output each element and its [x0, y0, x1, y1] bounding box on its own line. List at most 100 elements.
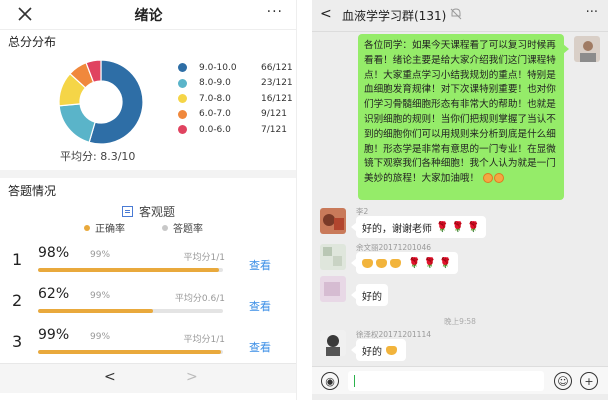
question-average: 平均分1/1 [183, 335, 226, 345]
legend-range: 6.0-7.0 [199, 109, 231, 120]
section-divider [0, 170, 296, 178]
question-average: 平均分0.6/1 [174, 294, 225, 304]
average-score: 平均分: 8.3/10 [60, 150, 136, 163]
message-bubble[interactable]: 🌹 🌹 🌹 [351, 252, 458, 274]
more-menu-icon[interactable]: ··· [267, 4, 283, 20]
answers-section-title: 答题情况 [8, 184, 57, 198]
emoji-icon [494, 173, 505, 184]
legend-item: 6.0-7.0 9/121 [178, 107, 293, 123]
add-attachment-icon[interactable]: + [580, 372, 598, 390]
message-bubble[interactable]: 好的 [351, 284, 388, 306]
emoji-icon [483, 173, 494, 184]
legend-item: 9.0-10.0 66/121 [178, 60, 293, 76]
question-average: 平均分1/1 [183, 253, 226, 263]
question-row: 3 99% 99% 平均分1/1 查看 [0, 324, 296, 364]
correct-rate-fill [38, 309, 153, 313]
message-bubble[interactable]: 好的 [351, 339, 406, 361]
clap-emoji-icon [376, 258, 387, 268]
question-row: 1 98% 99% 平均分1/1 查看 [0, 242, 296, 282]
view-button[interactable]: 查看 [249, 257, 271, 273]
legend-range: 9.0-10.0 [199, 62, 237, 73]
view-button[interactable]: 查看 [249, 298, 271, 314]
legend-range: 8.0-9.0 [199, 78, 231, 89]
message-text: 好的 [362, 291, 382, 303]
legend-item: 8.0-9.0 23/121 [178, 76, 293, 92]
clap-emoji-icon [386, 345, 397, 355]
correct-rate-bar [38, 268, 223, 272]
back-button[interactable]: < [320, 6, 332, 22]
answer-rate: 99% [90, 332, 111, 342]
legend-range: 7.0-8.0 [199, 93, 231, 104]
legend-count: 9/121 [261, 109, 287, 120]
quiz-header: 绪论 ··· [0, 0, 296, 30]
next-page-button[interactable]: > [186, 369, 198, 385]
answer-rate: 99% [90, 291, 111, 301]
prev-page-button[interactable]: < [104, 369, 116, 385]
timestamp: 晚上9:58 [444, 317, 476, 326]
clap-emoji-icon [390, 258, 401, 268]
avatar[interactable] [320, 276, 346, 302]
correct-rate-label: 正确率 [95, 224, 125, 235]
legend-dot [178, 78, 187, 88]
legend-count: 16/121 [261, 93, 293, 104]
avatar[interactable] [320, 330, 346, 356]
legend-item: 7.0-8.0 16/121 [178, 91, 293, 107]
rose-emoji-icons: 🌹 🌹 🌹 [408, 257, 452, 269]
chat-title: 血液学学习群(131) [342, 9, 447, 23]
clap-emoji-icon [362, 258, 373, 268]
legend-range: 0.0-6.0 [199, 124, 231, 135]
correct-rate-legend: 正确率 [84, 220, 125, 235]
avatar[interactable] [320, 208, 346, 234]
legend-count: 66/121 [261, 62, 293, 73]
objective-heading: 客观题 [122, 203, 175, 220]
own-message-text: 各位同学：如果今天课程看了可以复习时候再看看！绪论主要是给大家介绍我们这门课程特… [364, 40, 556, 185]
question-number: 3 [12, 332, 23, 351]
correct-rate: 62% [38, 286, 70, 302]
group-chat-panel: < 血液学学习群(131) ··· 各位同学：如果今天课程看了可以复习时候再看看… [312, 0, 608, 400]
voice-input-icon[interactable]: ◉ [321, 372, 339, 390]
objective-label: 客观题 [139, 205, 176, 219]
answer-rate-legend: 答题率 [162, 220, 203, 235]
avatar[interactable] [574, 36, 600, 62]
question-number: 1 [12, 250, 23, 269]
quiz-stats-panel: 绪论 ··· 总分分布 9.0-10.0 66/121 8.0-9.0 23/121 7… [0, 0, 297, 400]
mute-icon [450, 8, 462, 20]
chart-legend: 9.0-10.0 66/121 8.0-9.0 23/121 7.0-8.0 16/121… [178, 60, 293, 138]
page-title: 绪论 [134, 8, 163, 24]
answer-rate-dot [162, 224, 168, 231]
rose-emoji-icons: 🌹 🌹 🌹 [436, 221, 480, 233]
own-message-bubble[interactable]: 各位同学：如果今天课程看了可以复习时候再看看！绪论主要是给大家介绍我们这门课程特… [358, 34, 569, 200]
score-distribution-title: 总分分布 [8, 35, 57, 49]
legend-dot [178, 94, 187, 104]
legend-count: 7/121 [261, 124, 287, 135]
score-pie-chart [58, 59, 144, 145]
question-row: 2 62% 99% 平均分0.6/1 查看 [0, 283, 296, 323]
legend-item: 0.0-6.0 7/121 [178, 122, 293, 138]
message-text: 好的，谢谢老师 [362, 223, 432, 235]
correct-rate-bar [38, 350, 223, 354]
pager-footer: < > [0, 363, 296, 393]
legend-dot [178, 125, 187, 135]
avatar[interactable] [320, 244, 346, 270]
answer-rate-label: 答题率 [173, 224, 203, 235]
message-bubble[interactable]: 好的，谢谢老师 🌹 🌹 🌹 [351, 216, 486, 238]
document-icon [122, 206, 133, 217]
correct-rate: 98% [38, 245, 70, 261]
pie-slice-8.0-9.0 [58, 103, 96, 144]
view-button[interactable]: 查看 [249, 339, 271, 355]
correct-rate-bar [38, 309, 223, 313]
chat-input-bar: ◉ ☺ + [312, 366, 608, 394]
emoji-button-icon[interactable]: ☺ [554, 372, 572, 390]
correct-rate-fill [38, 350, 222, 354]
answer-rate: 99% [90, 250, 111, 260]
correct-rate-dot [84, 224, 90, 231]
legend-dot [178, 109, 187, 119]
legend-count: 23/121 [261, 78, 293, 89]
question-number: 2 [12, 291, 23, 310]
message-text: 好的 [362, 346, 382, 358]
chat-header: < 血液学学习群(131) ··· [312, 0, 608, 32]
correct-rate-fill [38, 268, 220, 272]
message-input[interactable] [348, 371, 544, 391]
legend-dot [178, 63, 187, 73]
more-menu-icon[interactable]: ··· [586, 5, 598, 20]
